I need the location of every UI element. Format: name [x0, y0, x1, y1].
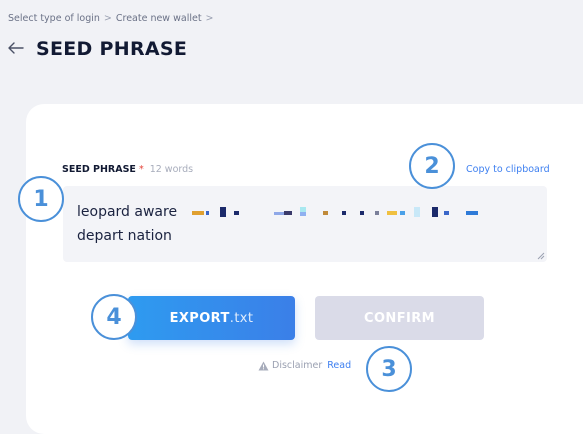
copy-to-clipboard-link[interactable]: Copy to clipboard — [466, 164, 550, 175]
disclaimer-read-link[interactable]: Read — [327, 360, 351, 371]
required-mark: * — [138, 164, 144, 175]
confirm-button[interactable]: CONFIRM — [315, 296, 484, 340]
seed-phrase-textarea[interactable]: leopard aware depart nation — [63, 186, 547, 262]
export-extension: .txt — [229, 310, 254, 326]
arrow-left-icon[interactable] — [8, 40, 24, 58]
seed-card — [26, 104, 583, 434]
annotation-badge-1: 1 — [18, 176, 64, 222]
breadcrumb-item-create-wallet[interactable]: Create new wallet — [116, 13, 202, 24]
disclaimer-label: Disclaimer — [272, 360, 323, 371]
annotation-badge-3: 3 — [366, 346, 412, 392]
seed-line-1: leopard aware — [77, 200, 533, 224]
breadcrumb: Select type of login > Create new wallet… — [8, 13, 214, 24]
breadcrumb-separator: > — [205, 13, 214, 24]
warning-icon — [258, 361, 269, 370]
seed-line-2: depart nation — [77, 228, 172, 244]
annotation-badge-2: 2 — [409, 143, 455, 189]
export-label: EXPORT — [169, 310, 230, 326]
page-title: SEED PHRASE — [36, 38, 188, 60]
disclaimer-row: Disclaimer Read — [258, 360, 351, 371]
breadcrumb-separator: > — [103, 13, 112, 24]
resize-handle-icon[interactable] — [537, 252, 545, 260]
annotation-badge-4: 4 — [91, 294, 137, 340]
page-header: SEED PHRASE — [8, 38, 187, 60]
breadcrumb-item-login-type[interactable]: Select type of login — [8, 13, 100, 24]
seed-phrase-label: SEED PHRASE * 12 words — [62, 164, 193, 175]
seed-visible-words-1: leopard aware — [77, 204, 178, 220]
seed-label-text: SEED PHRASE — [62, 164, 136, 175]
export-txt-button[interactable]: EXPORT .txt — [128, 296, 295, 340]
word-count: 12 words — [149, 164, 194, 175]
masked-seed-words — [191, 207, 478, 217]
